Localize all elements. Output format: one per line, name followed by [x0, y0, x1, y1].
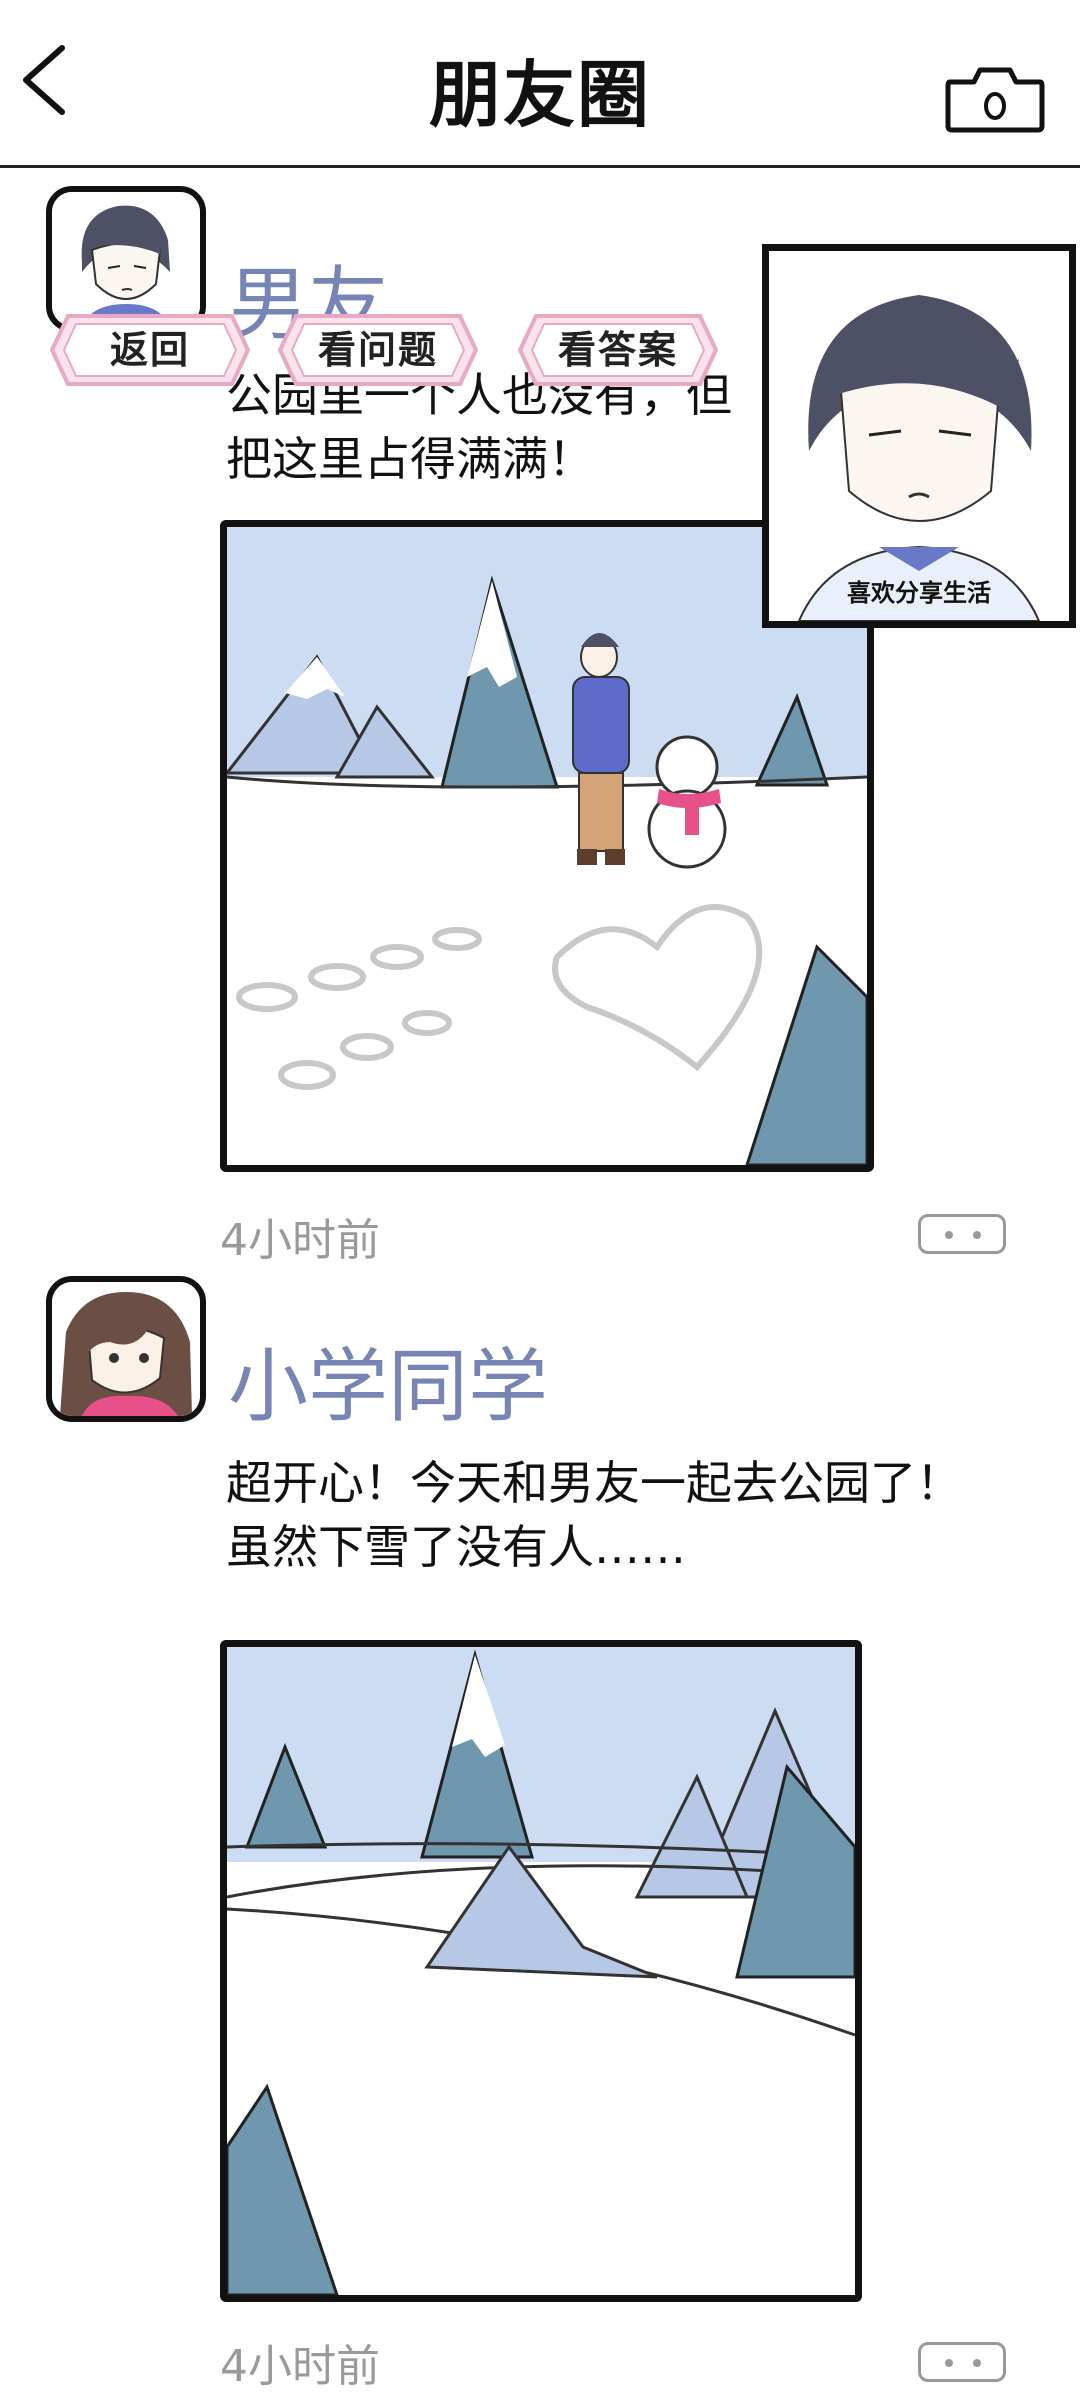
view-answer-label: 看答案 — [557, 328, 678, 372]
post-timestamp: 4小时前 — [220, 2341, 380, 2392]
back-hint-label: 返回 — [109, 328, 190, 372]
post-photo-empty-snow[interactable] — [220, 1640, 862, 2302]
profile-caption: 喜欢分享生活 — [847, 579, 991, 607]
post-text-line: 虽然下雪了没有人…… — [226, 1520, 686, 1574]
back-hint-button[interactable]: 返回 — [50, 312, 250, 388]
camera-icon[interactable] — [944, 64, 1046, 136]
post-timestamp: 4小时前 — [220, 1215, 380, 1266]
view-question-label: 看问题 — [317, 328, 438, 372]
comment-icon[interactable] — [918, 2342, 1006, 2382]
post-text-line: 把这里占得满满！ — [226, 432, 594, 486]
profile-popup-card: 喜欢分享生活 — [762, 244, 1076, 628]
profile-portrait — [769, 251, 1069, 621]
classmate-avatar[interactable] — [46, 1276, 206, 1422]
page-title: 朋友圈 — [428, 53, 651, 137]
post-author-name[interactable]: 小学同学 — [228, 1322, 548, 1438]
view-answer-button[interactable]: 看答案 — [518, 312, 718, 388]
comment-icon[interactable] — [918, 1214, 1006, 1254]
view-question-button[interactable]: 看问题 — [278, 312, 478, 388]
boyfriend-avatar[interactable] — [46, 186, 206, 332]
post-text-line: 超开心！今天和男友一起去公园了！ — [226, 1456, 962, 1510]
